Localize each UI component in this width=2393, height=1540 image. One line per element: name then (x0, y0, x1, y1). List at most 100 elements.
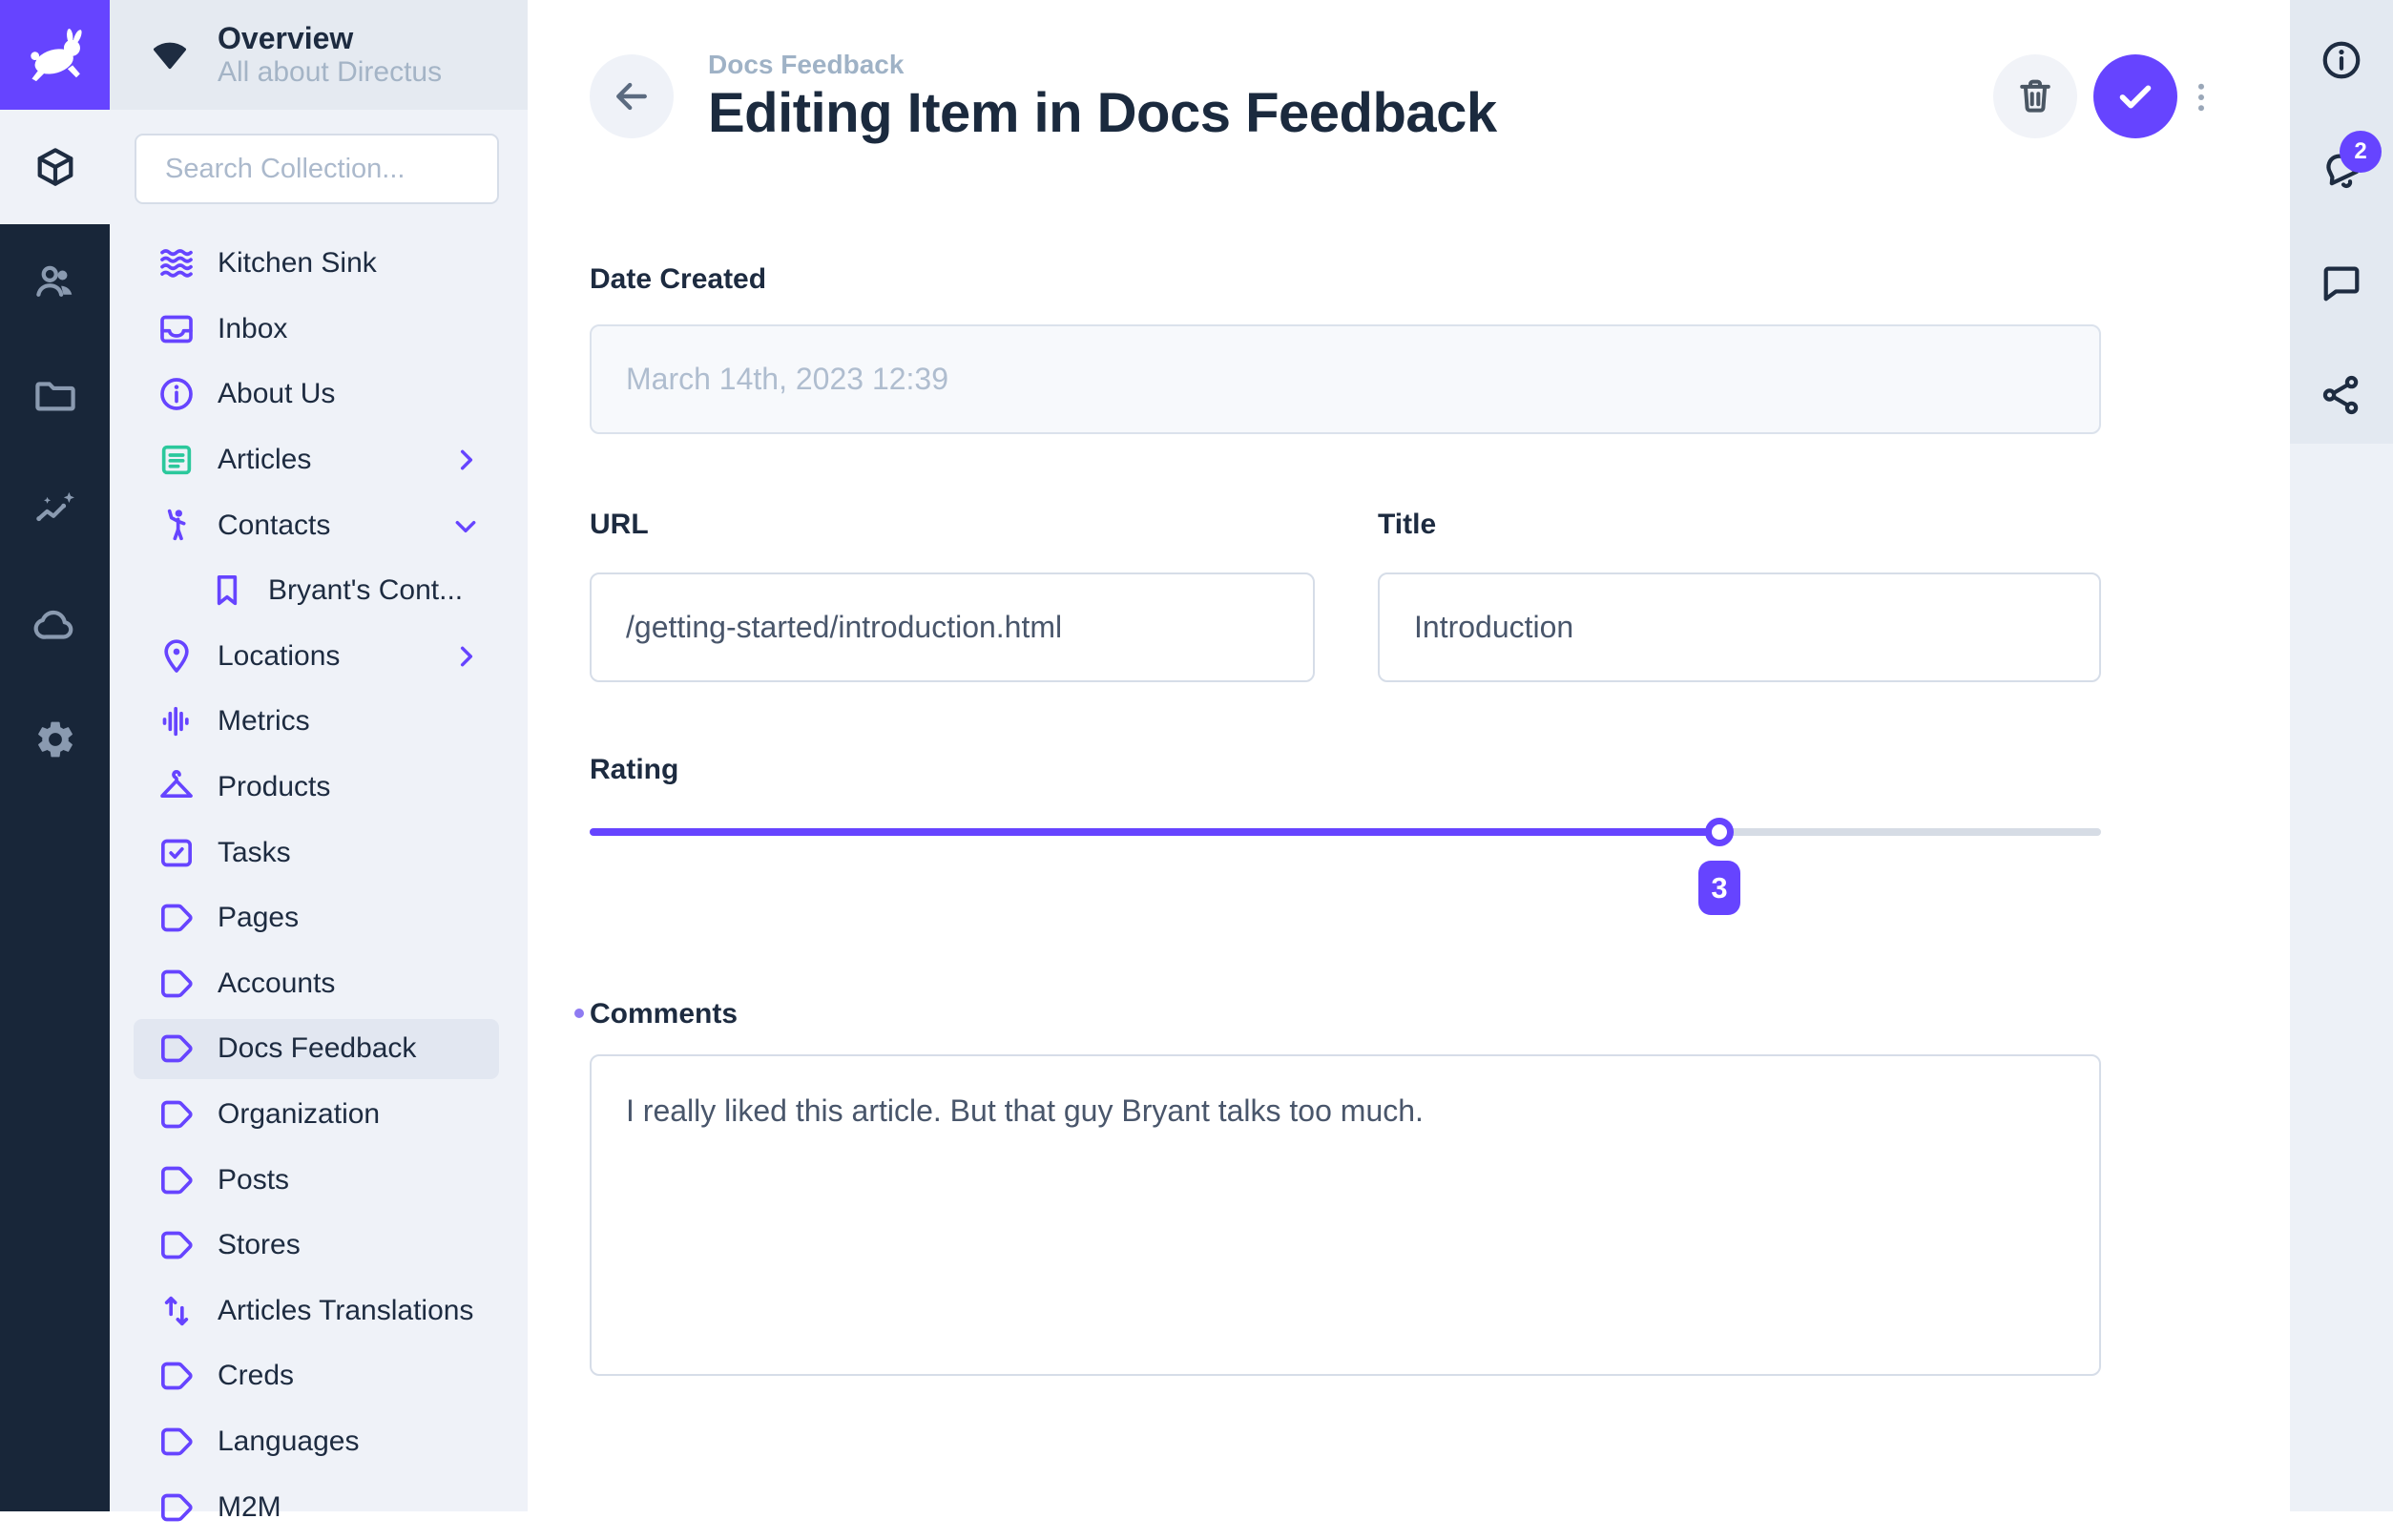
label-icon (157, 1423, 196, 1461)
module-users[interactable] (0, 224, 110, 339)
comments-textarea[interactable]: I really liked this article. But that gu… (590, 1054, 2101, 1376)
rating-slider[interactable] (590, 801, 2101, 863)
collection-item-languages[interactable]: Languages (110, 1409, 528, 1475)
label-icon (157, 899, 196, 937)
module-bar-items (0, 110, 110, 797)
collection-item-docs-feedback[interactable]: Docs Feedback (110, 1016, 528, 1082)
dots-vertical-icon (2184, 75, 2218, 119)
collection-label: Creds (218, 1360, 294, 1392)
label-icon (157, 1357, 196, 1395)
collection-item-posts[interactable]: Posts (110, 1147, 528, 1213)
label-icon (157, 1161, 196, 1199)
collection-item-organization[interactable]: Organization (110, 1082, 528, 1148)
inbox-icon (157, 310, 196, 348)
person-icon (157, 507, 196, 545)
info-icon (157, 375, 196, 413)
collection-item-contacts[interactable]: Contacts (110, 492, 528, 558)
collection-item-m2m[interactable]: M2M (110, 1474, 528, 1540)
collection-label: Stores (218, 1229, 301, 1261)
collection-item-bryant-s-cont[interactable]: Bryant's Cont... (110, 558, 528, 624)
collection-label: Tasks (218, 837, 291, 869)
rabbit-logo-icon (21, 26, 90, 85)
trash-icon (2014, 75, 2056, 117)
right-sidebar: 2 (2290, 0, 2393, 1511)
rating-label: Rating (590, 754, 678, 786)
collection-label: Articles Translations (218, 1295, 473, 1327)
breadcrumb[interactable]: Docs Feedback (708, 50, 904, 80)
collection-item-articles-translations[interactable]: Articles Translations (110, 1279, 528, 1344)
collections-nav: Overview All about Directus Kitchen Sink… (110, 0, 528, 1511)
delete-button[interactable] (1993, 54, 2077, 138)
title-input[interactable] (1378, 572, 2101, 682)
sidebar-share-button[interactable] (2290, 343, 2393, 447)
chevron-down-icon[interactable] (450, 510, 481, 541)
chat-icon (2320, 261, 2363, 305)
label-icon (157, 965, 196, 1003)
collection-item-about-us[interactable]: About Us (110, 362, 528, 427)
collection-item-stores[interactable]: Stores (110, 1213, 528, 1279)
collection-label: Articles (218, 444, 311, 476)
collection-label: Posts (218, 1164, 289, 1197)
save-button[interactable] (2093, 54, 2177, 138)
collection-label: About Us (218, 378, 335, 410)
project-header[interactable]: Overview All about Directus (110, 0, 528, 110)
page-title: Editing Item in Docs Feedback (708, 81, 1497, 145)
collection-label: Locations (218, 640, 340, 673)
module-insights[interactable] (0, 453, 110, 568)
chevron-right-icon[interactable] (450, 445, 481, 475)
url-input[interactable] (590, 572, 1315, 682)
back-button[interactable] (590, 54, 674, 138)
collection-item-articles[interactable]: Articles (110, 427, 528, 493)
label-icon (157, 1095, 196, 1134)
gear-icon (33, 718, 77, 761)
sidebar-item-details-button[interactable] (2290, 8, 2393, 113)
collection-item-locations[interactable]: Locations (110, 624, 528, 690)
app-logo[interactable] (0, 0, 110, 110)
collection-label: Pages (218, 902, 299, 934)
more-options-button[interactable] (2184, 75, 2218, 119)
module-extensions[interactable] (0, 568, 110, 682)
slider-knob[interactable] (1705, 818, 1734, 846)
users-icon (33, 260, 77, 303)
collection-item-inbox[interactable]: Inbox (110, 297, 528, 363)
hanger-icon (157, 768, 196, 806)
collection-label: Accounts (218, 968, 335, 1000)
collection-item-kitchen-sink[interactable]: Kitchen Sink (110, 231, 528, 297)
collection-item-creds[interactable]: Creds (110, 1343, 528, 1409)
chevron-right-icon[interactable] (450, 641, 481, 672)
project-fan-icon (147, 36, 193, 74)
rating-value-tooltip: 3 (1698, 861, 1740, 915)
collection-item-accounts[interactable]: Accounts (110, 951, 528, 1017)
collection-label: Languages (218, 1426, 359, 1458)
search-collection-input[interactable] (135, 134, 499, 204)
collection-label: Products (218, 771, 330, 803)
swap-vert-icon (157, 1292, 196, 1330)
module-settings[interactable] (0, 682, 110, 797)
collection-item-metrics[interactable]: Metrics (110, 689, 528, 755)
bookmark-icon (208, 572, 246, 610)
sidebar-notifications-button[interactable]: 2 (2290, 119, 2393, 224)
equalizer-icon (157, 702, 196, 740)
sidebar-comments-button[interactable] (2290, 231, 2393, 336)
insights-icon (33, 489, 77, 532)
title-label: Title (1378, 509, 1436, 541)
box-icon (33, 145, 77, 189)
collection-label: Metrics (218, 705, 310, 738)
arrow-left-icon (611, 75, 653, 117)
date-created-input[interactable] (590, 324, 2101, 434)
module-collections[interactable] (0, 110, 110, 224)
collection-label: Bryant's Cont... (268, 574, 463, 607)
collection-item-products[interactable]: Products (110, 755, 528, 821)
share-icon (2320, 373, 2363, 417)
main-content: Docs Feedback Editing Item in Docs Feedb… (528, 0, 2290, 1511)
collection-label: Inbox (218, 313, 287, 345)
module-bar (0, 0, 110, 1511)
collection-list: Kitchen Sink Inbox About Us Articles Contact… (110, 231, 528, 1540)
collection-item-tasks[interactable]: Tasks (110, 820, 528, 885)
waves-icon (157, 244, 196, 282)
url-label: URL (590, 509, 649, 541)
label-icon (157, 1226, 196, 1264)
collection-label: Docs Feedback (218, 1032, 416, 1065)
module-files[interactable] (0, 339, 110, 453)
collection-item-pages[interactable]: Pages (110, 885, 528, 951)
